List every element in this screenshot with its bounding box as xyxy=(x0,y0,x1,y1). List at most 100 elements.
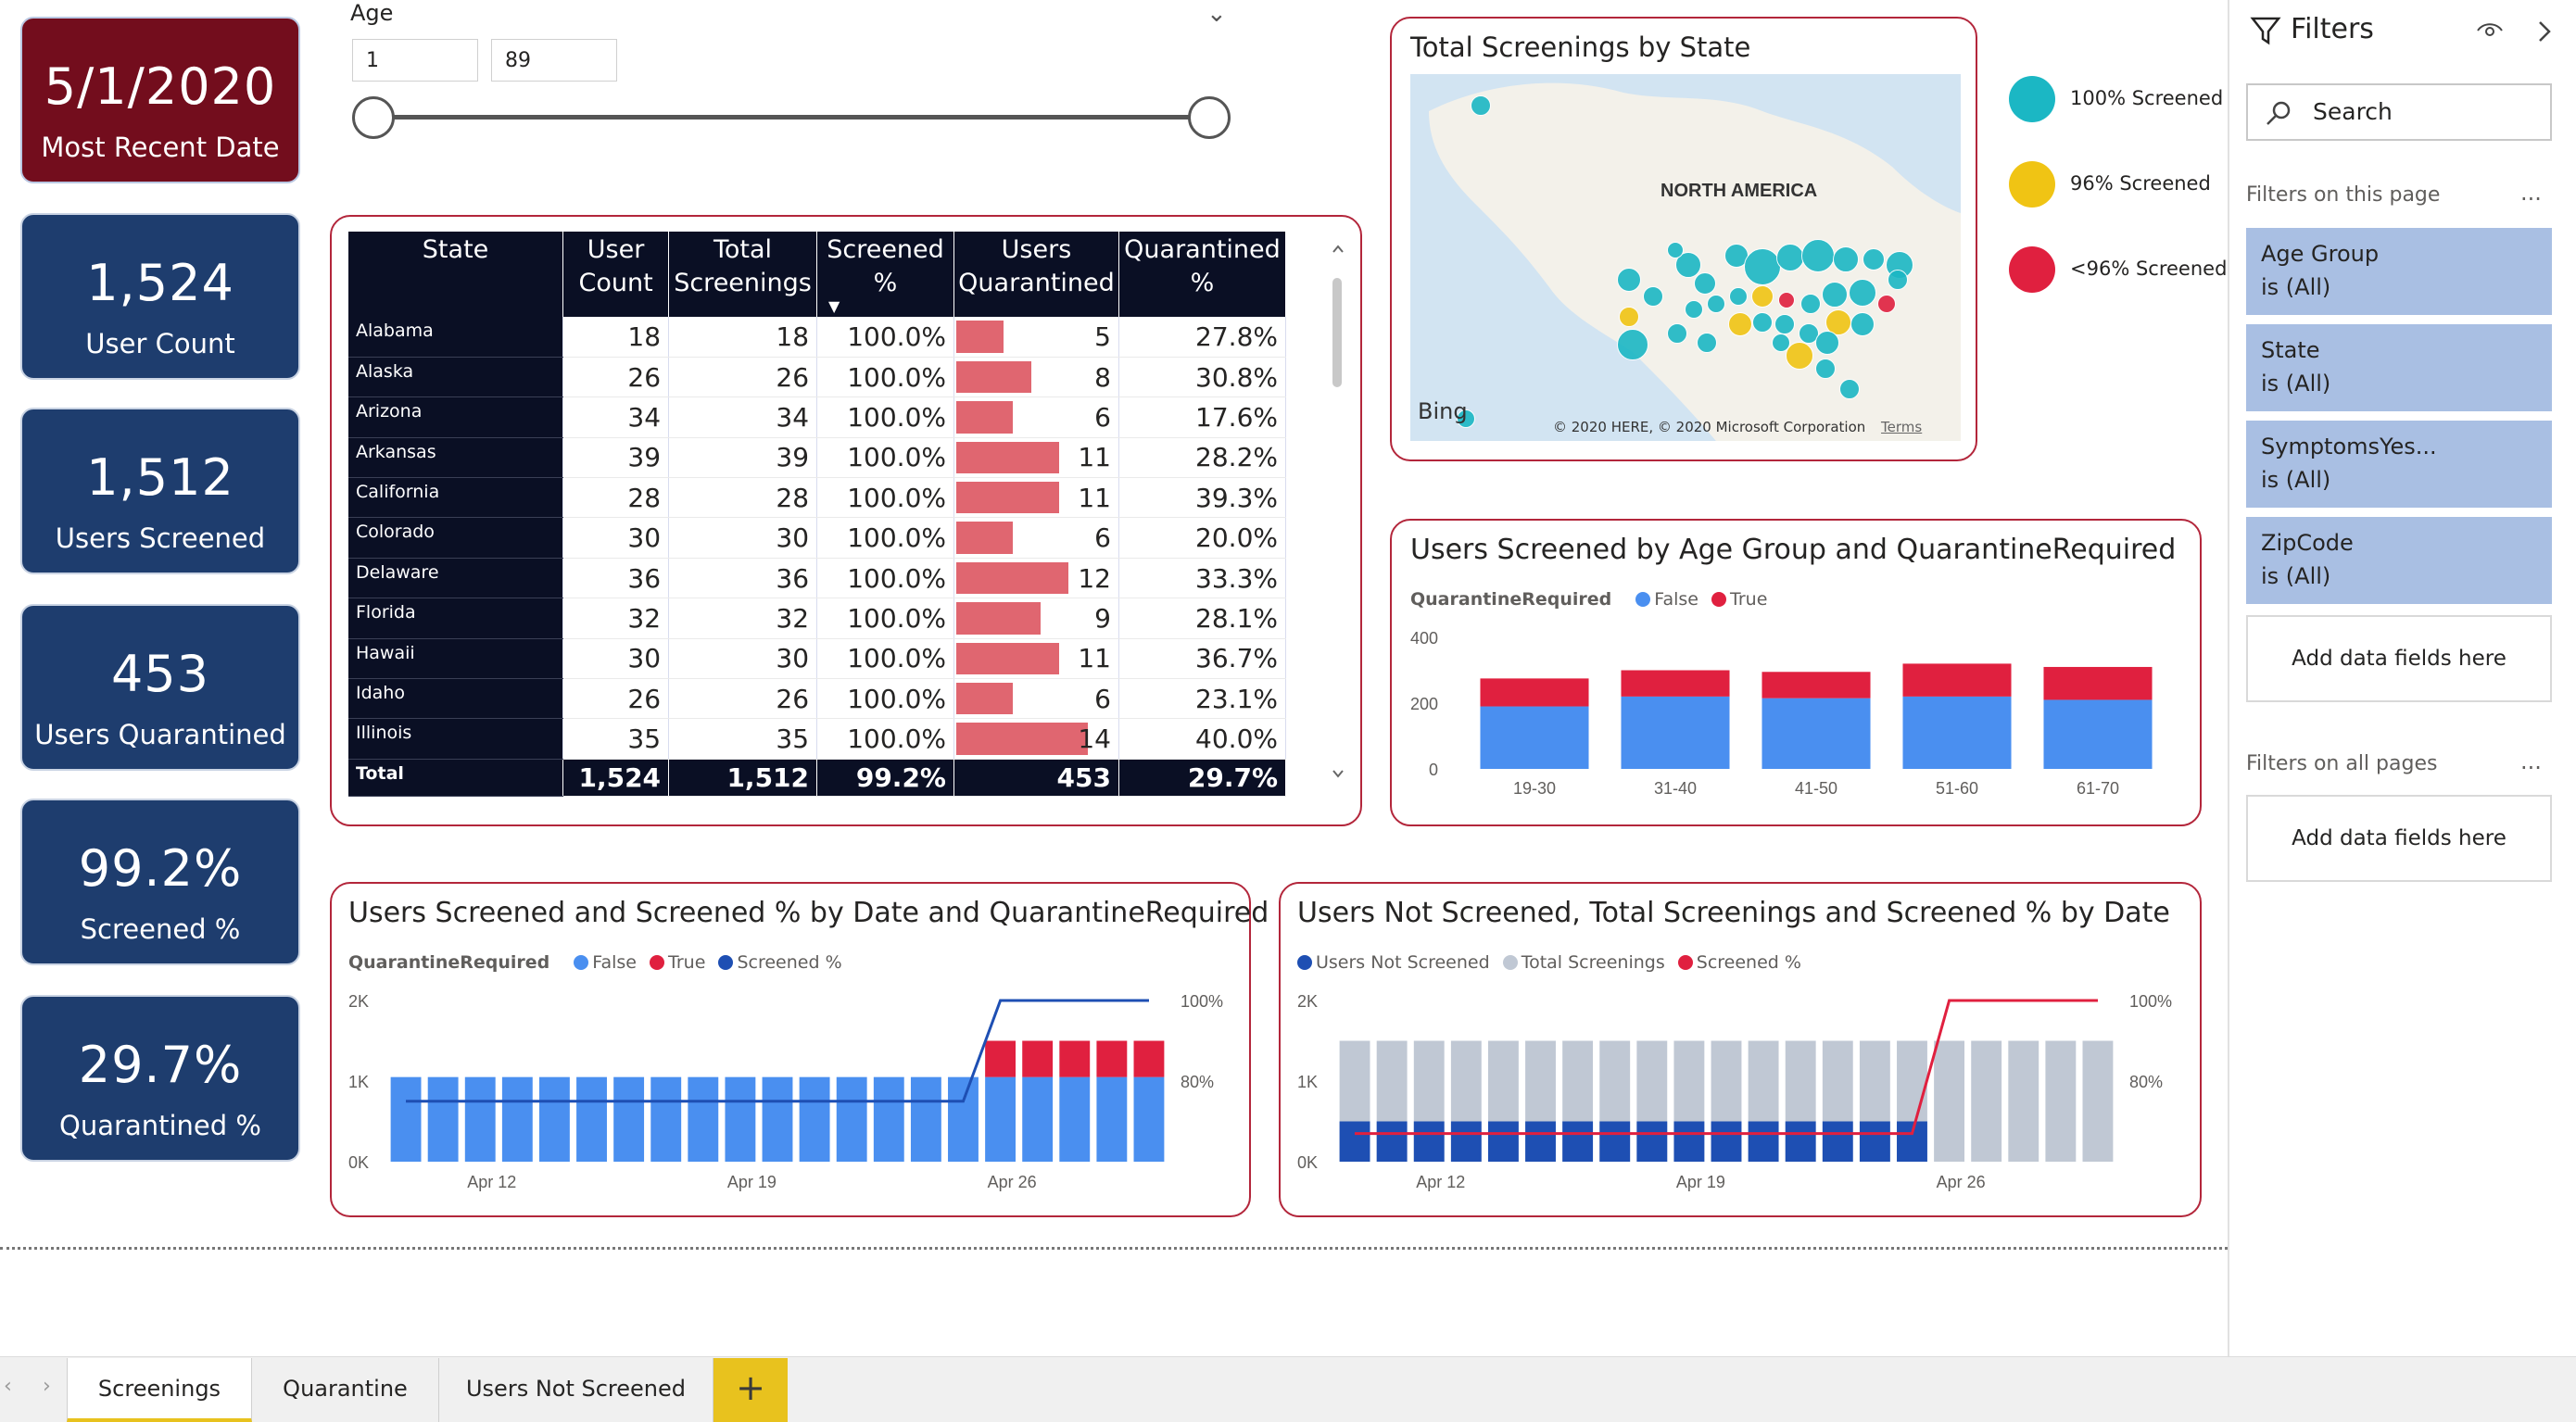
table-cell-users-quarantined: 8 xyxy=(953,357,1119,398)
map-bubble[interactable] xyxy=(1839,379,1860,399)
map-bubble[interactable] xyxy=(1617,268,1641,292)
add-page-button[interactable]: + xyxy=(713,1358,788,1422)
legend-label-screened-pct[interactable]: Screened % xyxy=(737,952,841,973)
table-row[interactable]: Alaska 26 26 100.0% 8 30.8% xyxy=(348,357,1287,398)
table-cell-users-quarantined: 453 xyxy=(953,759,1119,797)
map-bubble[interactable] xyxy=(1667,323,1687,344)
map-bubble[interactable] xyxy=(1877,295,1896,313)
chevron-down-icon[interactable]: ⌄ xyxy=(1206,0,1227,28)
map-terms-link[interactable]: Terms xyxy=(1881,419,1922,435)
map-bubble[interactable] xyxy=(1752,312,1773,333)
tab-quarantine[interactable]: Quarantine xyxy=(252,1358,439,1422)
table-row[interactable]: Arkansas 39 39 100.0% 11 28.2% xyxy=(348,437,1287,479)
y-tick-label: 2K xyxy=(348,992,369,1011)
legend-label-false[interactable]: False xyxy=(1654,589,1698,610)
table-row[interactable]: California 28 28 100.0% 11 39.3% xyxy=(348,477,1287,519)
map-bubble[interactable] xyxy=(1774,314,1795,334)
map-bubble[interactable] xyxy=(1815,331,1839,355)
map-bubble[interactable] xyxy=(1800,294,1821,314)
column-header[interactable]: User Count xyxy=(562,232,670,317)
map-bubble[interactable] xyxy=(1728,312,1752,336)
column-header[interactable]: Users Quarantined xyxy=(953,232,1119,317)
x-tick-label: 31-40 xyxy=(1654,779,1697,798)
column-header[interactable]: Total Screenings xyxy=(668,232,818,317)
bar-false xyxy=(1480,706,1589,769)
tab-screenings[interactable]: Screenings xyxy=(67,1358,252,1422)
table-total-row[interactable]: Total 1,524 1,512 99.2% 453 29.7% xyxy=(348,759,1287,797)
table-row[interactable]: Idaho 26 26 100.0% 6 23.1% xyxy=(348,678,1287,720)
legend-dot-false xyxy=(574,955,589,970)
map-bubble[interactable] xyxy=(1888,270,1908,290)
filter-card-state[interactable]: State is (All) xyxy=(2246,324,2552,411)
kpi-most-recent-date[interactable]: 5/1/2020 Most Recent Date xyxy=(20,17,300,183)
age-slider-max-handle[interactable] xyxy=(1188,96,1231,139)
map-bubble[interactable] xyxy=(1619,307,1639,327)
map-bubble[interactable] xyxy=(1471,95,1491,116)
kpi-users-screened[interactable]: 1,512 Users Screened xyxy=(20,408,300,574)
map-bubble[interactable] xyxy=(1685,300,1703,319)
table-row[interactable]: Delaware 36 36 100.0% 12 33.3% xyxy=(348,558,1287,599)
filter-card-symptoms[interactable]: SymptomsYes... is (All) xyxy=(2246,421,2552,508)
filter-card-zipcode[interactable]: ZipCode is (All) xyxy=(2246,517,2552,604)
legend-label-true[interactable]: True xyxy=(1730,589,1767,610)
map-bubble[interactable] xyxy=(1643,286,1663,307)
age-slider-track[interactable] xyxy=(374,115,1210,120)
age-min-input[interactable]: 1 xyxy=(352,39,478,82)
more-options-icon[interactable]: ... xyxy=(2520,749,2542,774)
map-legend-label: 96% Screened xyxy=(2070,172,2211,195)
table-row[interactable]: Illinois 35 35 100.0% 14 40.0% xyxy=(348,718,1287,760)
column-header[interactable]: Screened % ▼ xyxy=(816,232,954,317)
kpi-user-count[interactable]: 1,524 User Count xyxy=(20,213,300,380)
map-bubble[interactable] xyxy=(1729,287,1748,306)
age-max-input[interactable]: 89 xyxy=(491,39,617,82)
more-options-icon[interactable]: ... xyxy=(2520,180,2542,206)
column-header[interactable]: Quarantined % xyxy=(1118,232,1287,317)
legend-label-false[interactable]: False xyxy=(592,952,637,973)
map-bubble[interactable] xyxy=(1617,329,1648,360)
map-bubble[interactable] xyxy=(1778,292,1795,308)
table-row[interactable]: Hawaii 30 30 100.0% 11 36.7% xyxy=(348,638,1287,680)
collapse-pane-icon[interactable] xyxy=(2535,19,2554,44)
kpi-users-quarantined[interactable]: 453 Users Quarantined xyxy=(20,604,300,771)
map-area[interactable]: NORTH AMERICA Bing © 2020 HERE, © 2020 M… xyxy=(1410,74,1961,441)
map-bubble[interactable] xyxy=(1850,312,1875,336)
map-bubble[interactable] xyxy=(1707,295,1725,313)
y-tick-label: 1K xyxy=(348,1073,369,1091)
map-bubble[interactable] xyxy=(1822,282,1848,308)
eye-icon[interactable] xyxy=(2476,20,2504,41)
map-bubble[interactable] xyxy=(1863,248,1885,271)
filter-card-age-group[interactable]: Age Group is (All) xyxy=(2246,228,2552,315)
column-header[interactable]: State xyxy=(348,232,564,317)
kpi-screened-pct[interactable]: 99.2% Screened % xyxy=(20,799,300,965)
age-slider-min-handle[interactable] xyxy=(352,96,395,139)
legend-label-screened-pct[interactable]: Screened % xyxy=(1697,952,1801,973)
add-page-filter-field[interactable]: Add data fields here xyxy=(2246,615,2552,702)
map-bubble[interactable] xyxy=(1744,248,1781,285)
filters-search-input[interactable]: Search xyxy=(2246,83,2552,141)
kpi-quarantined-pct[interactable]: 29.7% Quarantined % xyxy=(20,995,300,1162)
table-row[interactable]: Colorado 30 30 100.0% 6 20.0% xyxy=(348,517,1287,559)
map-bubble[interactable] xyxy=(1849,279,1876,307)
scroll-right-icon[interactable]: › xyxy=(43,1375,51,1398)
table-cell-screened-pct: 100.0% xyxy=(816,558,954,599)
legend-label-not-screened[interactable]: Users Not Screened xyxy=(1316,952,1490,973)
table-scroll-thumb[interactable] xyxy=(1332,278,1342,387)
map-bubble[interactable] xyxy=(1786,342,1813,370)
add-all-pages-filter-field[interactable]: Add data fields here xyxy=(2246,795,2552,882)
map-bubble[interactable] xyxy=(1776,244,1804,271)
map-bubble[interactable] xyxy=(1697,333,1717,353)
scroll-left-icon[interactable]: ‹ xyxy=(4,1375,12,1398)
tab-users-not-screened[interactable]: Users Not Screened xyxy=(439,1358,713,1422)
map-bubble[interactable] xyxy=(1667,242,1684,258)
table-row[interactable]: Alabama 18 18 100.0% 5 27.8% xyxy=(348,317,1287,358)
legend-label-total[interactable]: Total Screenings xyxy=(1522,952,1665,973)
map-bubble[interactable] xyxy=(1815,359,1836,379)
table-row[interactable]: Arizona 34 34 100.0% 6 17.6% xyxy=(348,396,1287,438)
map-bubble[interactable] xyxy=(1751,285,1774,308)
map-bubble[interactable] xyxy=(1833,246,1859,272)
map-bubble[interactable] xyxy=(1801,239,1835,272)
legend-label-true[interactable]: True xyxy=(668,952,705,973)
table-row[interactable]: Florida 32 32 100.0% 9 28.1% xyxy=(348,598,1287,639)
map-bubble[interactable] xyxy=(1772,333,1790,352)
map-bubble[interactable] xyxy=(1694,272,1716,295)
